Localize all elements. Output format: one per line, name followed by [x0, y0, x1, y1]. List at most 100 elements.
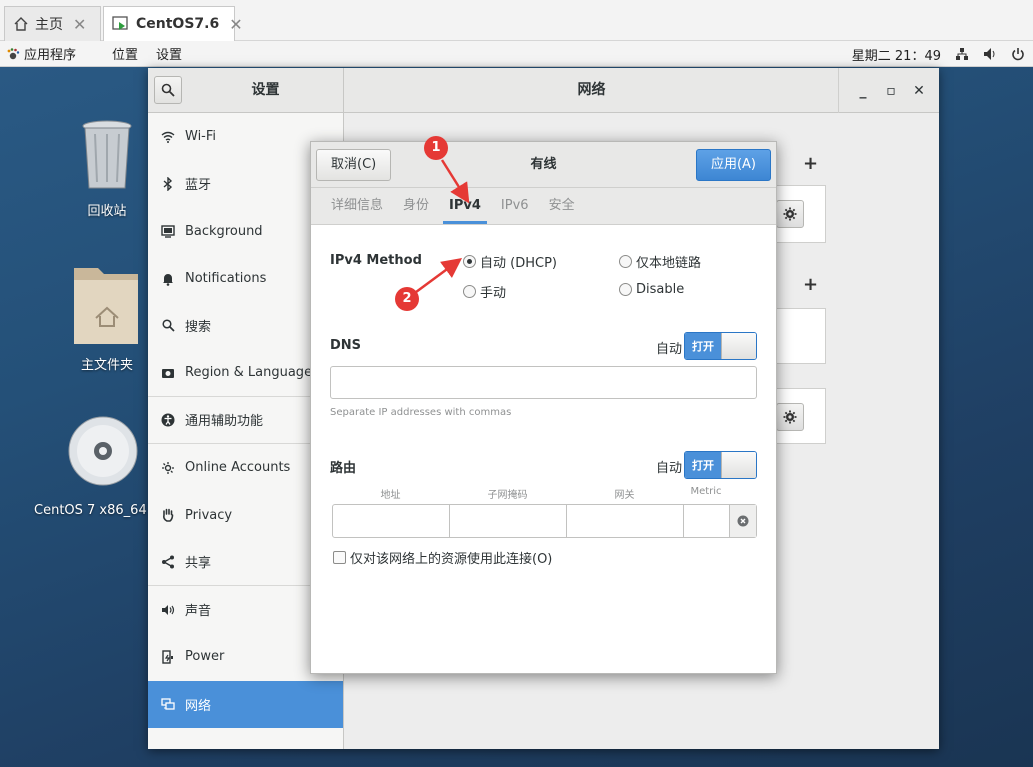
- disc-icon: [68, 416, 138, 486]
- home-icon: [13, 16, 29, 32]
- background-icon: [160, 223, 176, 239]
- tab-centos[interactable]: CentOS7.6 ✕: [103, 6, 243, 41]
- tab-ipv6[interactable]: IPv6: [495, 188, 535, 224]
- desktop-home-label: 主文件夹: [80, 358, 133, 373]
- bell-icon: [160, 271, 176, 287]
- routes-switch-on-label: 打开: [685, 452, 721, 478]
- tab-ipv4[interactable]: IPv4: [443, 188, 487, 224]
- tab-home-label: 主页: [35, 17, 63, 33]
- places-menu[interactable]: 位置: [112, 44, 138, 63]
- clear-icon: [737, 515, 749, 527]
- proxy-settings-button[interactable]: [776, 403, 804, 431]
- desktop-disc-label: CentOS 7 x86_64: [34, 503, 147, 518]
- search-icon: [160, 318, 176, 334]
- online-accounts-icon: [160, 460, 176, 476]
- routes-label: 路由: [330, 461, 357, 476]
- gnome-top-bar: 应用程序 位置 设置 星期二 21：49: [0, 41, 1033, 67]
- tab-identity[interactable]: 身份: [397, 188, 435, 224]
- apply-button[interactable]: 应用(A): [695, 149, 771, 181]
- dns-auto-label: 自动: [656, 342, 683, 357]
- desktop-trash-label: 回收站: [87, 204, 127, 219]
- accessibility-icon: [160, 412, 176, 428]
- routes-auto-switch[interactable]: 打开: [684, 451, 757, 479]
- sidebar-item-network[interactable]: 网络: [148, 680, 343, 728]
- route-delete-button[interactable]: [730, 505, 756, 537]
- route-col-address: 地址: [380, 490, 401, 501]
- route-col-netmask: 子网掩码: [487, 490, 528, 501]
- tab-details[interactable]: 详细信息: [325, 188, 389, 224]
- tab-home[interactable]: 主页 ✕: [4, 6, 101, 41]
- route-metric-input[interactable]: [684, 505, 730, 537]
- radio-dhcp[interactable]: 自动 (DHCP): [463, 252, 557, 271]
- panel-title: 网络: [577, 82, 606, 98]
- volume-icon[interactable]: [983, 47, 997, 61]
- tab-centos-label: CentOS7.6: [136, 16, 220, 32]
- wired-dialog: 有线 取消(C) 应用(A) 详细信息 身份 IPv4 IPv6 安全 IPv4…: [310, 141, 777, 674]
- routes-switch-knob[interactable]: [721, 452, 756, 478]
- applications-menu[interactable]: 应用程序: [6, 44, 94, 63]
- network-card-vpn: [776, 308, 826, 364]
- wifi-icon: [160, 129, 176, 145]
- dns-switch-on-label: 打开: [685, 333, 721, 359]
- dialog-header: 有线 取消(C) 应用(A): [311, 142, 776, 188]
- route-col-metric: Metric: [690, 486, 722, 497]
- only-local-checkbox[interactable]: 仅对该网络上的资源使用此连接(O): [333, 548, 552, 567]
- annotation-badge-2: 2: [395, 287, 419, 311]
- camera-icon: [160, 365, 176, 381]
- dns-hint: Separate IP addresses with commas: [330, 407, 512, 418]
- dns-input[interactable]: [330, 366, 757, 399]
- close-icon[interactable]: ✕: [229, 15, 242, 34]
- hand-icon: [160, 507, 176, 523]
- wired-settings-button[interactable]: [776, 200, 804, 228]
- search-icon: [161, 83, 175, 97]
- radio-link-local[interactable]: 仅本地链路: [619, 252, 701, 271]
- radio-dhcp-indicator[interactable]: [463, 255, 476, 268]
- routes-auto-label: 自动: [656, 461, 683, 476]
- network-icon: [160, 696, 176, 712]
- annotation-badge-1: 1: [424, 136, 448, 160]
- settings-header-left: 设置: [148, 68, 344, 113]
- settings-title: 设置: [251, 82, 280, 98]
- speaker-icon: [160, 602, 176, 618]
- route-col-gateway: 网关: [614, 490, 635, 501]
- clock[interactable]: 星期二 21：49: [852, 45, 941, 64]
- add-connection-button[interactable]: +: [803, 153, 818, 174]
- power-icon: [160, 649, 176, 665]
- settings-menu[interactable]: 设置: [156, 44, 182, 63]
- trash-icon: [82, 120, 132, 189]
- radio-link-local-indicator[interactable]: [619, 255, 632, 268]
- desktop-home-folder[interactable]: 主文件夹: [52, 262, 162, 373]
- ipv4-method-label: IPv4 Method: [330, 253, 422, 268]
- desktop-disc[interactable]: CentOS 7 x86_64: [34, 407, 158, 518]
- close-window-button[interactable]: ✕: [905, 83, 933, 99]
- dns-switch-knob[interactable]: [721, 333, 756, 359]
- dialog-tabs: 详细信息 身份 IPv4 IPv6 安全: [311, 188, 776, 225]
- network-status-icon[interactable]: [955, 47, 969, 61]
- cancel-button[interactable]: 取消(C): [316, 149, 392, 181]
- gear-icon: [783, 207, 797, 221]
- close-icon[interactable]: ✕: [73, 15, 86, 34]
- radio-manual-indicator[interactable]: [463, 285, 476, 298]
- route-gateway-input[interactable]: [567, 505, 684, 537]
- bluetooth-icon: [160, 176, 176, 192]
- route-row: [332, 504, 757, 538]
- search-button[interactable]: [154, 76, 182, 104]
- radio-disable-indicator[interactable]: [619, 283, 632, 296]
- minimize-button[interactable]: _: [849, 83, 877, 99]
- dns-auto-switch[interactable]: 打开: [684, 332, 757, 360]
- add-vpn-button[interactable]: +: [803, 274, 818, 295]
- settings-header-right: 网络 _ ▫ ✕: [344, 68, 939, 113]
- route-address-input[interactable]: [333, 505, 450, 537]
- vm-tab-strip: 主页 ✕ CentOS7.6 ✕: [0, 0, 1033, 41]
- desktop-trash[interactable]: 回收站: [52, 118, 162, 219]
- folder-icon: [74, 268, 138, 344]
- route-netmask-input[interactable]: [450, 505, 567, 537]
- gnome-foot-icon: [7, 47, 20, 59]
- radio-disable[interactable]: Disable: [619, 282, 684, 297]
- power-menu-icon[interactable]: [1011, 47, 1025, 61]
- vm-icon: [112, 16, 130, 32]
- tab-security[interactable]: 安全: [543, 188, 581, 224]
- radio-manual[interactable]: 手动: [463, 282, 506, 301]
- only-local-checkbox-box[interactable]: [333, 551, 346, 564]
- maximize-button[interactable]: ▫: [877, 83, 905, 99]
